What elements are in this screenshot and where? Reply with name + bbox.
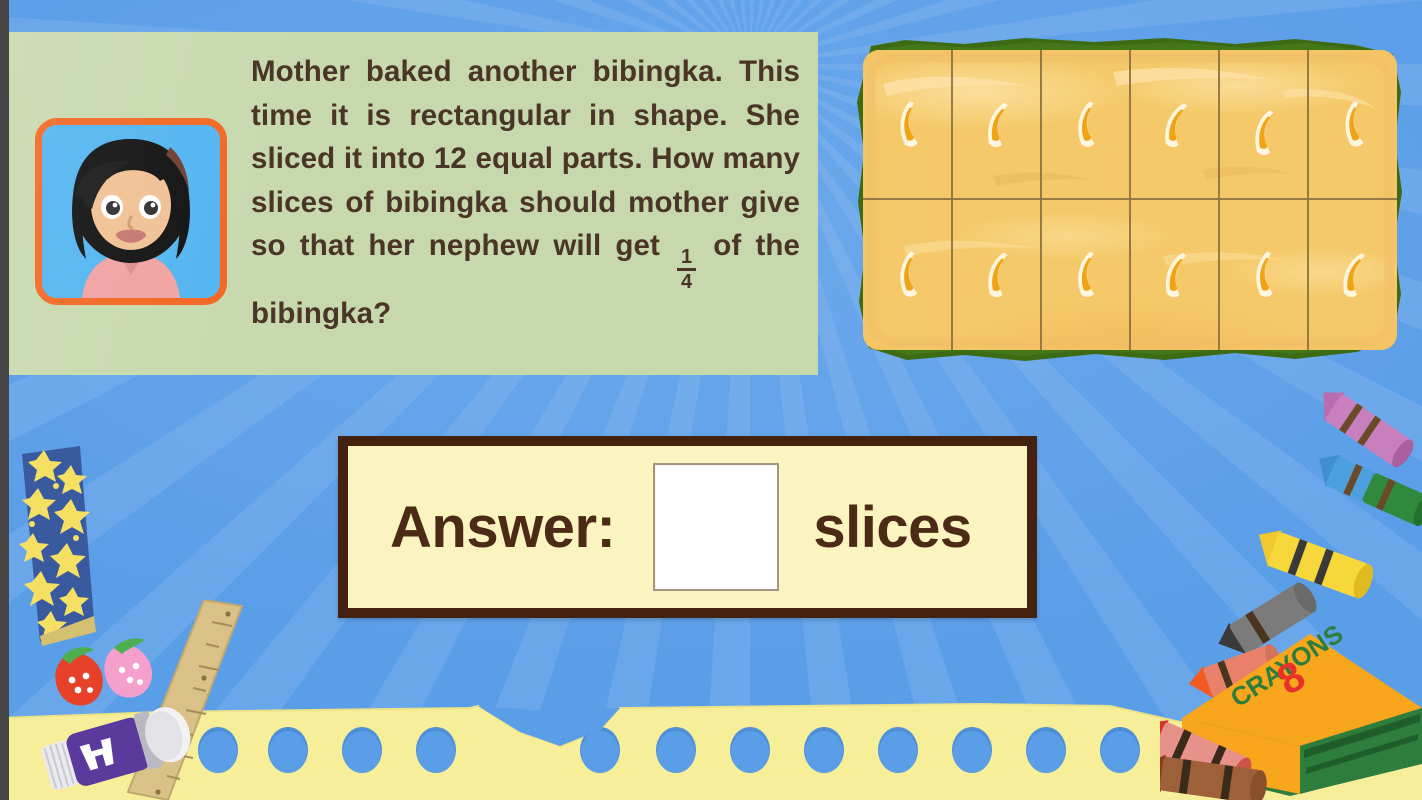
banana-slice-icon [889, 247, 924, 302]
slice-2 [951, 50, 1040, 198]
banana-slice-icon [889, 96, 926, 152]
banana-slice-icon [979, 247, 1013, 301]
strawberry-eraser-red [55, 647, 103, 706]
slice-8 [951, 198, 1040, 350]
answer-unit-label: slices [813, 494, 972, 560]
crayon-set: CRAYONS 8 [1160, 378, 1422, 800]
banana-slice-icon [1246, 105, 1278, 158]
question-panel: Mother baked another bibingka. This time… [9, 32, 818, 375]
slice-11 [1218, 198, 1307, 350]
app-screen: Mother baked another bibingka. This time… [0, 0, 1422, 800]
fraction-one-fourth: 14 [677, 245, 697, 293]
slice-7 [863, 198, 951, 350]
banana-slice-icon [1068, 247, 1101, 300]
slice-9 [1040, 198, 1129, 350]
pencil-case [10, 446, 96, 646]
slice-4 [1129, 50, 1218, 198]
slice-12 [1307, 198, 1397, 350]
slice-6 [1307, 50, 1397, 198]
banana-slice-icon [1245, 247, 1279, 301]
screen-edge-bar [0, 0, 9, 800]
glue-bottle [30, 700, 205, 800]
banana-slice-icon [1155, 246, 1191, 301]
avatar [35, 118, 227, 305]
fraction-numerator: 1 [680, 245, 693, 268]
slice-10 [1129, 198, 1218, 350]
banana-slice-icon [1154, 96, 1193, 152]
answer-input[interactable] [653, 463, 780, 591]
answer-box: Answer: slices [338, 436, 1037, 618]
banana-slice-icon [978, 97, 1013, 152]
girl-avatar-icon [42, 125, 220, 298]
paper-holes [122, 727, 1214, 777]
bibingka-cake [863, 50, 1397, 350]
fraction-denominator: 4 [680, 270, 693, 293]
slice-1 [863, 50, 951, 198]
banana-slice-icon [1333, 96, 1372, 152]
question-text: Mother baked another bibingka. This time… [251, 50, 800, 335]
crayon-yellow [1258, 530, 1374, 599]
banana-slice-icon [1333, 246, 1371, 302]
slice-5 [1218, 50, 1307, 198]
slice-3 [1040, 50, 1129, 198]
bibingka-illustration [845, 32, 1417, 370]
answer-label: Answer: [390, 494, 616, 560]
banana-slice-icon [1068, 97, 1102, 151]
